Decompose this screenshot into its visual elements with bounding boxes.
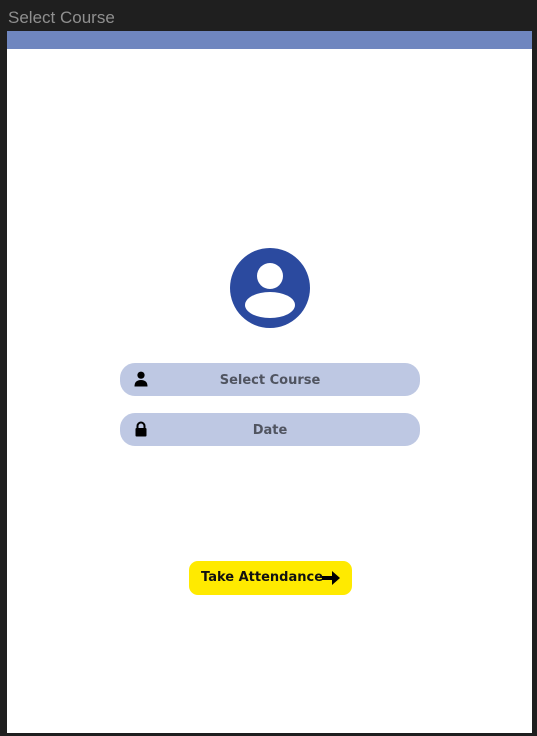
window-title: Select Course	[8, 8, 115, 27]
window-titlebar: Select Course	[0, 0, 537, 31]
take-attendance-label: Take Attendance	[201, 570, 324, 585]
date-label: Date	[252, 423, 288, 438]
select-course-label: Select Course	[219, 373, 321, 388]
account-circle-icon	[230, 248, 310, 328]
take-attendance-button[interactable]: Take Attendance	[189, 561, 352, 595]
date-field[interactable]: Date	[120, 413, 420, 446]
select-course-field[interactable]: Select Course	[120, 363, 420, 396]
arrow-right-icon	[321, 569, 341, 587]
page-content: Select Course Date Take Attendance	[7, 31, 532, 733]
app-bar	[7, 31, 532, 49]
app-window: Select Course Select Course Date Take At…	[0, 0, 537, 736]
